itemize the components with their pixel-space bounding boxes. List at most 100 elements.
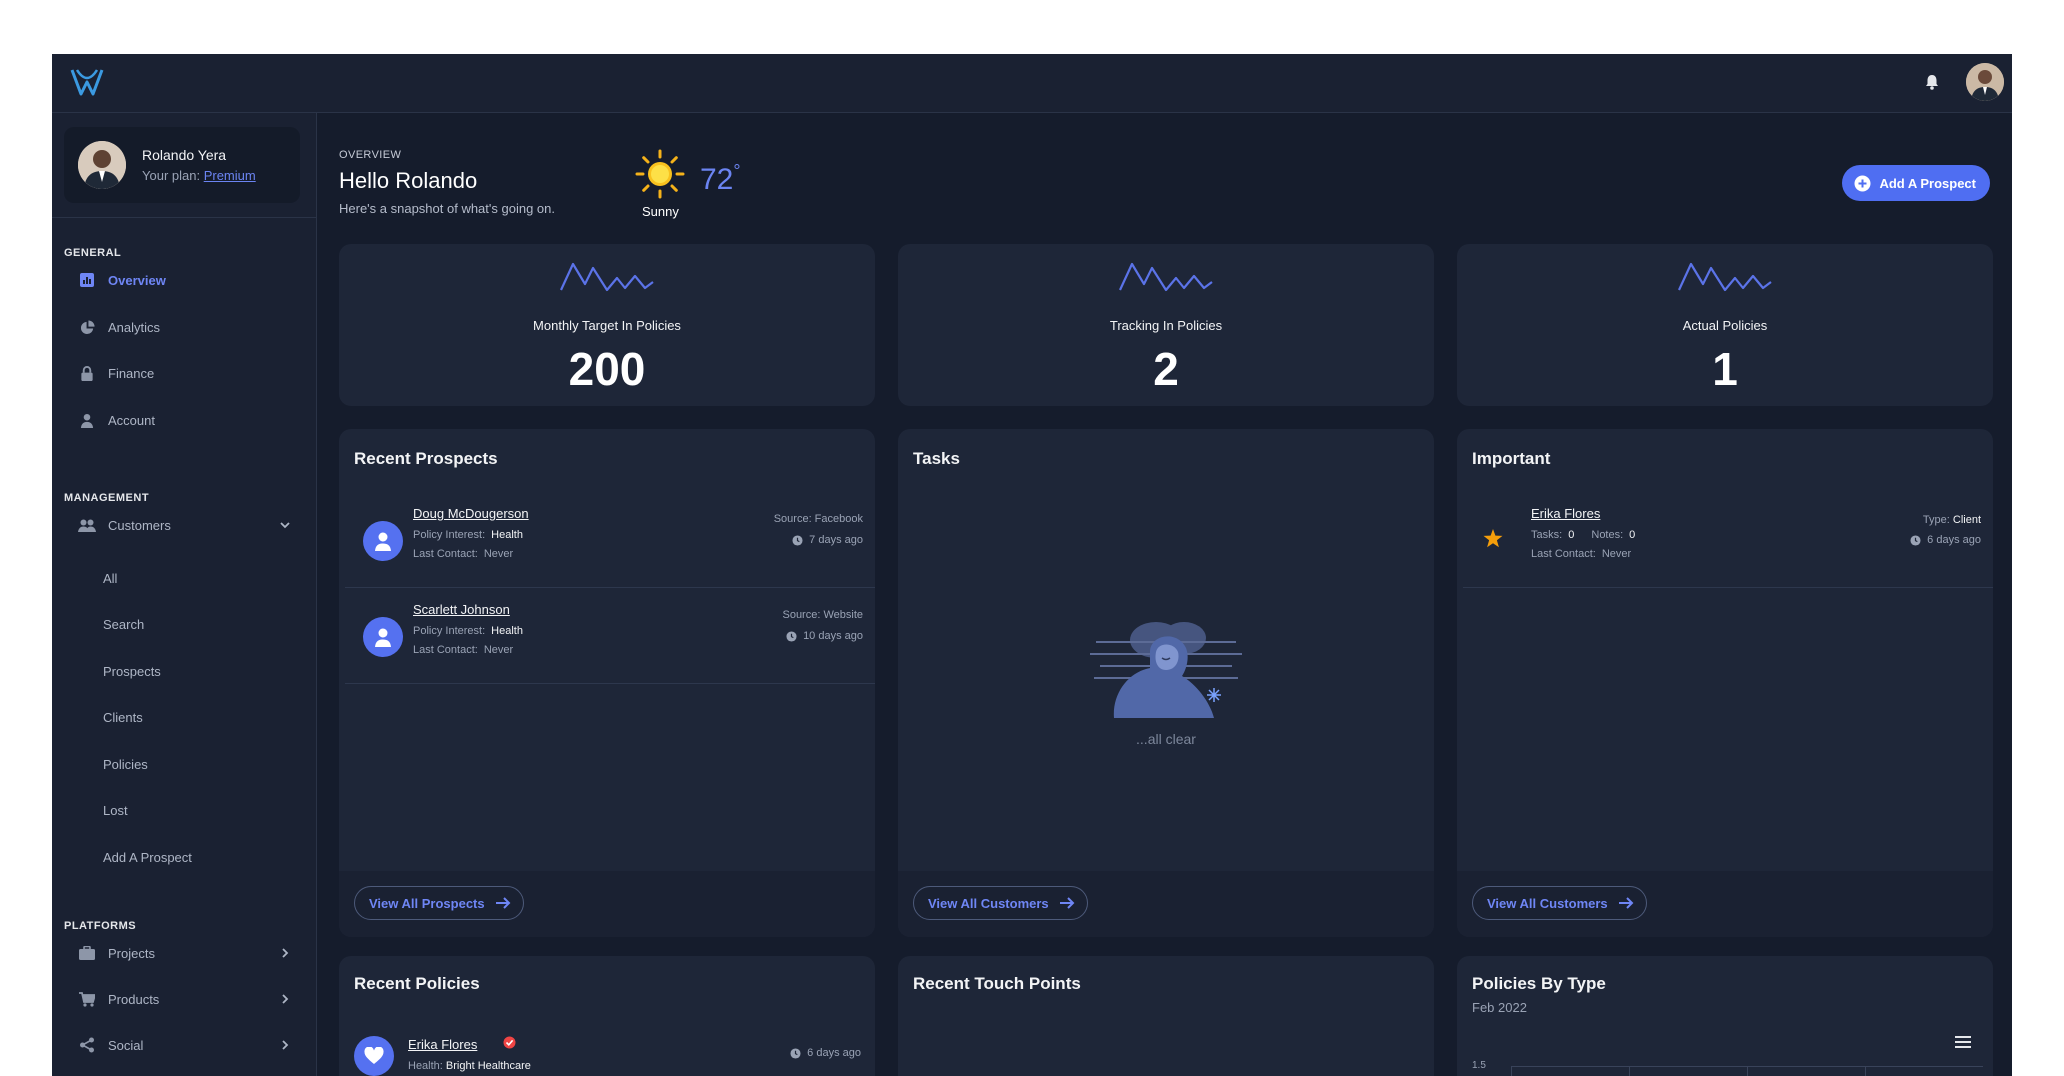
policy-detail-label: Health:: [408, 1060, 443, 1072]
sidebar-subitem-policies[interactable]: Policies: [103, 757, 148, 772]
time-ago-text: 6 days ago: [1927, 534, 1981, 546]
menu-icon[interactable]: [1955, 1036, 1971, 1048]
sidebar-item-label: Customers: [108, 517, 171, 533]
sidebar-subitem-all[interactable]: All: [103, 571, 117, 586]
notification-bell-icon[interactable]: [1922, 72, 1942, 92]
policy-interest-value: Health: [491, 529, 523, 541]
chevron-down-icon[interactable]: [278, 518, 292, 532]
sidebar-item-products[interactable]: Products: [64, 981, 300, 1017]
time-ago-text: 10 days ago: [803, 630, 863, 642]
policies-by-type-card: Policies By Type Feb 2022 1.5: [1457, 956, 1993, 1076]
top-bar: [52, 54, 2012, 113]
heart-avatar-icon: [354, 1036, 394, 1076]
view-all-prospects-button[interactable]: View All Prospects: [354, 886, 524, 920]
type-value: Client: [1952, 514, 1981, 526]
last-contact: Last Contact: Never: [1531, 548, 1631, 560]
prospect-time-ago: 7 days ago: [792, 534, 863, 546]
tasks-count: 0: [1568, 529, 1575, 541]
overview-label: OVERVIEW: [339, 149, 402, 161]
temperature-number: 72: [700, 163, 734, 196]
clock-icon: [786, 630, 797, 642]
button-label: View All Customers: [1487, 895, 1608, 911]
recent-touch-points-card: Recent Touch Points: [898, 956, 1434, 1076]
sidebar-item-social[interactable]: Social: [64, 1027, 300, 1063]
important-name-link[interactable]: Erika Flores: [1531, 506, 1600, 521]
chart-gridline: [1865, 1066, 1866, 1076]
tasks-card: Tasks ...all clear View All Customers: [898, 429, 1434, 937]
card-title: Recent Touch Points: [913, 974, 1081, 993]
sidebar-item-analytics[interactable]: Analytics: [64, 309, 300, 345]
sidebar-item-account[interactable]: Account: [64, 402, 300, 438]
sidebar-item-label: Social: [108, 1037, 144, 1053]
add-prospect-button[interactable]: Add A Prospect: [1842, 165, 1990, 201]
prospect-name-link[interactable]: Scarlett Johnson: [413, 602, 510, 617]
card-footer: View All Customers: [1457, 871, 1993, 937]
sidebar-item-overview[interactable]: Overview: [64, 262, 300, 298]
sidebar-item-label: Projects: [108, 945, 155, 961]
last-contact-value: Never: [483, 644, 514, 656]
last-contact: Last Contact: Never: [413, 548, 513, 560]
view-all-customers-button[interactable]: View All Customers: [1472, 886, 1647, 920]
card-title: Recent Prospects: [354, 449, 498, 468]
greeting-title: Hello Rolando: [339, 168, 478, 193]
stat-title: Actual Policies: [1682, 318, 1768, 333]
stat-card-monthly-target: Monthly Target In Policies 200: [339, 244, 875, 406]
sidebar-subitem-clients[interactable]: Clients: [103, 710, 143, 725]
stat-title: Tracking In Policies: [1109, 318, 1223, 333]
stat-value: 1: [1712, 343, 1738, 395]
chevron-right-icon[interactable]: [278, 1038, 292, 1052]
sidebar-item-label: Products: [108, 991, 160, 1007]
last-contact-label: Last Contact:: [1531, 548, 1596, 560]
chart-gridline: [1747, 1066, 1748, 1076]
user-avatar-top[interactable]: [1966, 63, 2004, 101]
sidebar-item-label: Finance: [108, 365, 155, 381]
tasks-notes: Tasks: 0 Notes: 0: [1531, 529, 1635, 541]
card-subtitle: Feb 2022: [1472, 1000, 1527, 1015]
prospect-row[interactable]: Doug McDougerson Policy Interest: Health …: [345, 491, 875, 588]
plan-label: Your plan:: [142, 168, 201, 183]
sidebar-item-finance[interactable]: Finance: [64, 355, 300, 391]
important-row[interactable]: Erika Flores Tasks: 0 Notes: 0 Last Contac…: [1463, 491, 1993, 588]
logo-icon[interactable]: [68, 64, 106, 102]
policy-detail-value: Bright Healthcare: [445, 1060, 531, 1072]
user-avatar-icon: [363, 521, 403, 561]
profile-avatar: [78, 141, 126, 189]
arrow-right-icon: [495, 897, 511, 909]
star-icon[interactable]: [1483, 529, 1503, 548]
time-ago-text: 7 days ago: [809, 534, 863, 546]
profile-plan: Your plan: Premium: [142, 168, 256, 183]
sidebar-subitem-add-prospect[interactable]: Add A Prospect: [103, 850, 192, 865]
sidebar-subitem-search[interactable]: Search: [103, 617, 144, 632]
clock-icon: [790, 1047, 801, 1059]
card-footer: View All Customers: [898, 871, 1434, 937]
card-title: Recent Policies: [354, 974, 480, 993]
chevron-right-icon[interactable]: [278, 992, 292, 1006]
prospect-row[interactable]: Scarlett Johnson Policy Interest: Health …: [345, 587, 875, 684]
plan-link[interactable]: Premium: [204, 168, 256, 183]
policy-interest-value: Health: [491, 625, 523, 637]
sparkline-icon: [1119, 262, 1213, 292]
sidebar-subitem-prospects[interactable]: Prospects: [103, 664, 161, 679]
sparkline-icon: [560, 262, 654, 292]
sidebar-item-projects[interactable]: Projects: [64, 935, 300, 971]
prospect-source: Source: Facebook: [773, 513, 863, 525]
sidebar-item-customers[interactable]: Customers: [64, 507, 300, 543]
profile-card[interactable]: Rolando Yera Your plan: Premium: [64, 127, 300, 203]
prospect-name-link[interactable]: Doug McDougerson: [413, 506, 529, 521]
user-avatar-icon: [363, 617, 403, 657]
card-title: Important: [1472, 449, 1551, 468]
pie-chart-icon: [78, 318, 96, 336]
add-prospect-label: Add A Prospect: [1879, 175, 1976, 191]
users-icon: [78, 516, 96, 534]
greeting-subtitle: Here's a snapshot of what's going on.: [339, 201, 555, 216]
card-footer: View All Prospects: [339, 871, 875, 937]
stat-title: Monthly Target In Policies: [533, 318, 681, 333]
chevron-right-icon[interactable]: [278, 946, 292, 960]
sidebar-subitem-lost[interactable]: Lost: [103, 803, 128, 818]
policy-holder-link[interactable]: Erika Flores: [408, 1037, 477, 1052]
button-label: View All Prospects: [369, 895, 485, 911]
view-all-customers-button[interactable]: View All Customers: [913, 886, 1088, 920]
chart-gridline: [1511, 1066, 1512, 1076]
arrow-right-icon: [1618, 897, 1634, 909]
clock-icon: [1910, 534, 1921, 546]
